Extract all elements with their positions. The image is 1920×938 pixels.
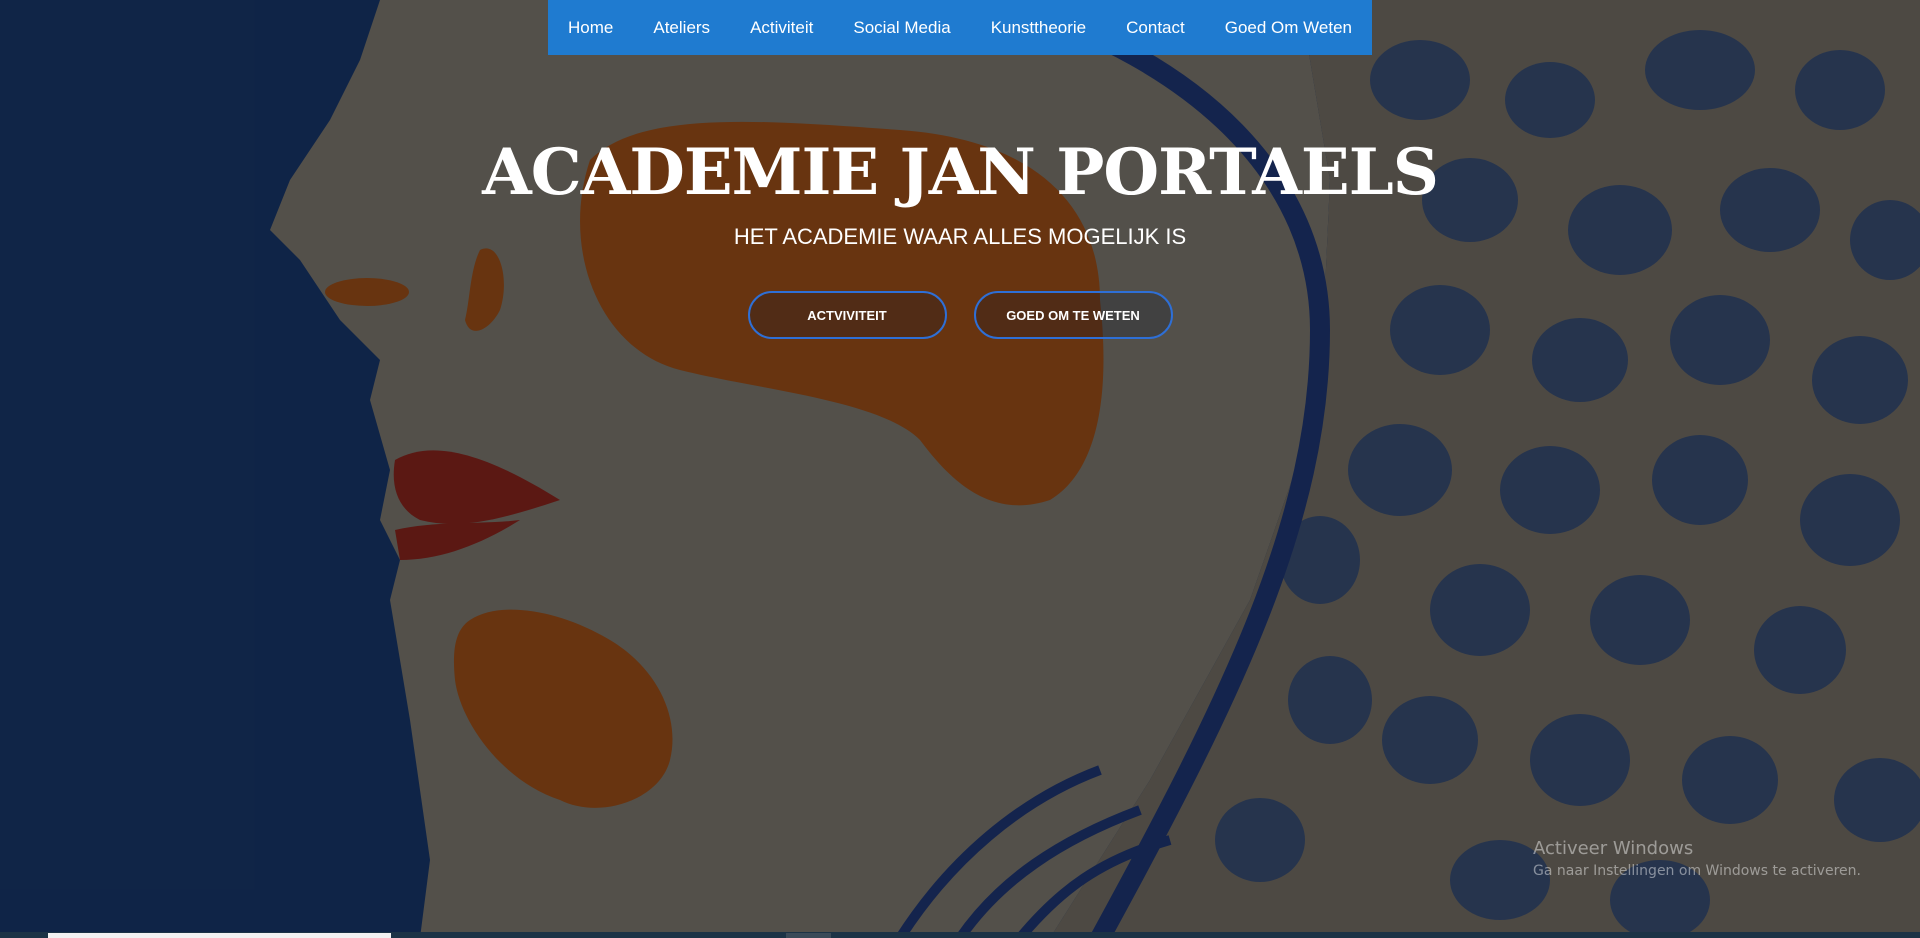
cta-row: ACTVIVITEIT GOED OM TE WETEN: [0, 291, 1920, 339]
goed-om-te-weten-button[interactable]: GOED OM TE WETEN: [973, 291, 1173, 339]
taskbar-search-box[interactable]: [48, 933, 391, 938]
page-subtitle: HET ACADEMIE WAAR ALLES MOGELIJK IS: [733, 224, 1187, 249]
activiteit-button[interactable]: ACTVIVITEIT: [747, 291, 947, 339]
watermark-subtitle: Ga naar Instellingen om Windows te activ…: [1533, 863, 1861, 879]
taskbar-button[interactable]: [786, 933, 831, 938]
nav-item-goed-om-weten[interactable]: Goed Om Weten: [1205, 18, 1372, 38]
windows-activation-watermark: Activeer Windows Ga naar Instellingen om…: [1533, 838, 1861, 879]
nav-item-activiteit[interactable]: Activiteit: [730, 18, 833, 38]
watermark-title: Activeer Windows: [1533, 838, 1694, 859]
page-title: ACADEMIE JAN PORTAELS: [482, 135, 1439, 210]
main-navbar: Home Ateliers Activiteit Social Media Ku…: [548, 0, 1372, 55]
hero-section: Home Ateliers Activiteit Social Media Ku…: [0, 0, 1920, 938]
nav-item-kunsttheorie[interactable]: Kunsttheorie: [971, 18, 1106, 38]
nav-item-ateliers[interactable]: Ateliers: [633, 18, 730, 38]
nav-item-social-media[interactable]: Social Media: [833, 18, 970, 38]
nav-item-home[interactable]: Home: [548, 18, 633, 38]
nav-item-contact[interactable]: Contact: [1106, 18, 1205, 38]
